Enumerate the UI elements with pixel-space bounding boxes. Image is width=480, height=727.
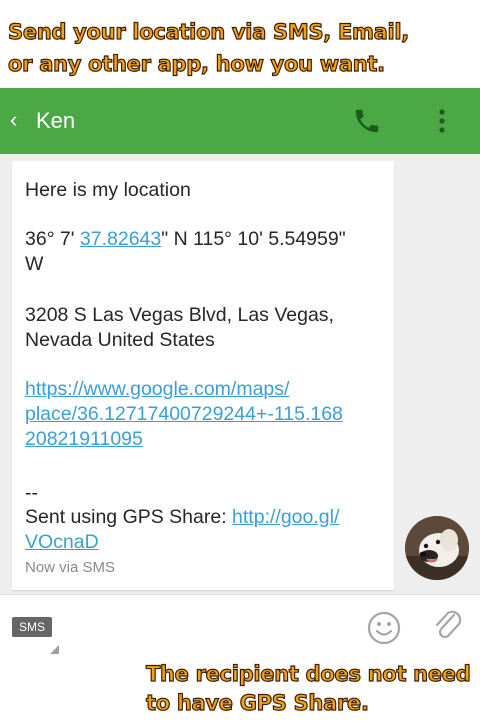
sms-mode-button[interactable]: SMS: [12, 617, 52, 637]
message-thread[interactable]: Here is my location 36° 7' 37.82643" N 1…: [0, 154, 480, 594]
message-timestamp: Now via SMS: [25, 559, 116, 576]
message-intro: Here is my location: [25, 179, 191, 201]
signature-separator: --: [25, 482, 38, 504]
conversation-app-bar: ‹ Ken: [0, 88, 480, 154]
maps-url-line-1[interactable]: https://www.google.com/maps/: [25, 378, 289, 400]
contact-name[interactable]: Ken: [36, 108, 75, 134]
promo-bottom-line-2: to have GPS Share.: [145, 690, 369, 715]
emoji-icon[interactable]: [367, 611, 401, 645]
attach-icon[interactable]: [432, 609, 464, 645]
message-address: 3208 S Las Vegas Blvd, Las Vegas, Nevada…: [25, 303, 385, 353]
promo-bottom-line-1: The recipient does not need: [145, 661, 471, 686]
maps-url-line-2[interactable]: place/36.12717400729244+-115.168: [25, 403, 343, 425]
sent-prefix: Sent using GPS Share:: [25, 506, 233, 528]
coords-rest: " N 115° 10' 5.54959": [161, 228, 346, 250]
address-line-2: Nevada United States: [25, 329, 215, 351]
short-url-line-2[interactable]: VOcnaD: [25, 531, 99, 553]
avatar[interactable]: [405, 516, 469, 580]
message-coordinates: 36° 7' 37.82643" N 115° 10' 5.54959" W: [25, 227, 385, 277]
message-bubble[interactable]: Here is my location 36° 7' 37.82643" N 1…: [12, 161, 394, 590]
coords-link[interactable]: 37.82643: [80, 228, 161, 250]
short-url-line-1[interactable]: http://goo.gl/: [232, 506, 339, 528]
more-vert-icon[interactable]: [430, 105, 454, 137]
phone-icon[interactable]: [352, 106, 382, 136]
signature-text: Sent using GPS Share: http://goo.gl/ VOc…: [25, 505, 385, 555]
mode-dropdown-indicator: [50, 645, 59, 654]
maps-link[interactable]: https://www.google.com/maps/ place/36.12…: [25, 377, 385, 452]
maps-url-line-3[interactable]: 20821911095: [25, 428, 143, 450]
back-icon[interactable]: ‹: [10, 109, 26, 131]
promo-footer: The recipient does not need to have GPS …: [0, 660, 480, 727]
coords-prefix: 36° 7': [25, 228, 80, 250]
message-composer[interactable]: SMS: [0, 594, 480, 660]
promo-top-line-2: or any other app, how you want.: [7, 51, 385, 76]
promo-header: Send your location via SMS, Email, or an…: [0, 0, 480, 88]
coords-rest-2: W: [25, 253, 44, 275]
promo-top-line-1: Send your location via SMS, Email,: [7, 19, 409, 44]
address-line-1: 3208 S Las Vegas Blvd, Las Vegas,: [25, 304, 334, 326]
